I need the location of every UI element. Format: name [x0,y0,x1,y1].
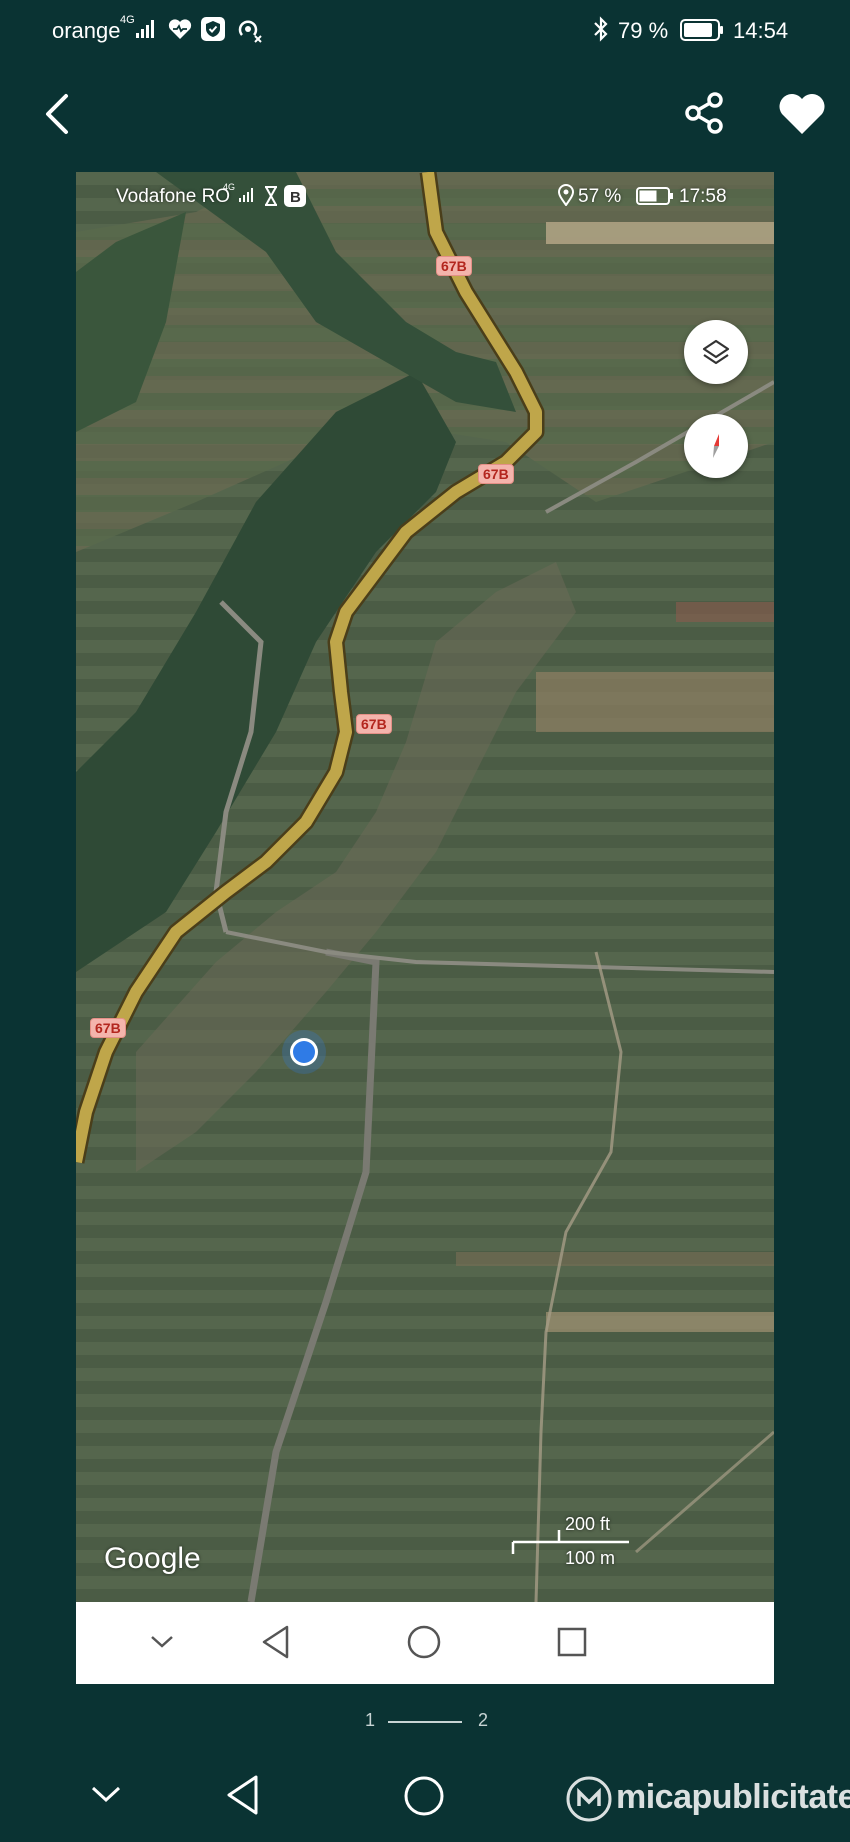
compass-icon [713,434,719,458]
back-button[interactable] [36,88,80,140]
page-indicator: 1 2 [360,1708,500,1732]
satellite-map[interactable] [76,172,774,1602]
inner-clock: 17:58 [679,186,727,207]
current-page: 1 [365,1710,376,1730]
inner-network-type: 4G [223,182,236,192]
share-button[interactable] [680,88,730,138]
chevron-down-icon[interactable] [88,1780,124,1808]
chevron-left-icon [46,94,68,134]
inner-battery-percent: 57 % [578,186,622,207]
route-label: 67B [356,714,392,734]
home-circle-icon[interactable] [406,1624,442,1660]
location-pin-icon [557,184,575,211]
heart-icon [779,94,825,134]
clock: 14:54 [733,18,789,43]
home-circle-icon[interactable] [402,1774,446,1818]
pager-line [388,1721,462,1723]
scale-imperial: 200 ft [565,1514,611,1534]
svg-text:B: B [290,189,301,206]
back-triangle-icon[interactable] [260,1624,290,1660]
share-icon [685,92,723,134]
scale-bar: 200 ft 100 m [511,1514,631,1572]
route-label: 67B [436,256,472,276]
watermark-logo-icon [566,1776,612,1822]
battery-icon [680,19,724,46]
route-label: 67B [90,1018,126,1038]
bluetooth-icon [592,16,610,47]
my-location-dot [293,1041,315,1063]
compass-button[interactable] [684,414,748,478]
screenshot-image[interactable]: 67B 67B 67B 67B Vodafone RO 4G B 57 % 17… [76,172,774,1684]
inner-signal-icon [239,188,253,202]
layers-icon [702,339,730,365]
recents-square-icon[interactable] [556,1626,588,1658]
shield-icon [200,16,226,47]
chevron-down-icon[interactable] [148,1630,176,1654]
health-heart-icon [168,18,192,45]
favorite-button[interactable] [776,88,828,138]
battery-percent: 79 % [618,18,669,43]
signal-icon [136,20,154,38]
b-badge-icon: B [284,185,306,212]
inner-battery-icon [636,186,674,211]
total-pages: 2 [478,1710,489,1730]
hotspot-icon [236,16,264,49]
status-bar: orange 4G 79 % 14:54 [0,0,850,60]
carrier-name: orange [52,18,121,43]
google-attribution: Google [104,1542,201,1575]
watermark-text: micapublicitate [616,1778,850,1816]
hourglass-icon [264,186,278,211]
inner-carrier: Vodafone RO [116,186,231,207]
back-triangle-icon[interactable] [224,1774,260,1816]
route-label: 67B [478,464,514,484]
watermark: micapublicitate [566,1774,850,1824]
inner-nav-bar [76,1602,774,1684]
network-type: 4G [120,14,135,26]
scale-metric: 100 m [565,1548,616,1568]
layers-button[interactable] [684,320,748,384]
